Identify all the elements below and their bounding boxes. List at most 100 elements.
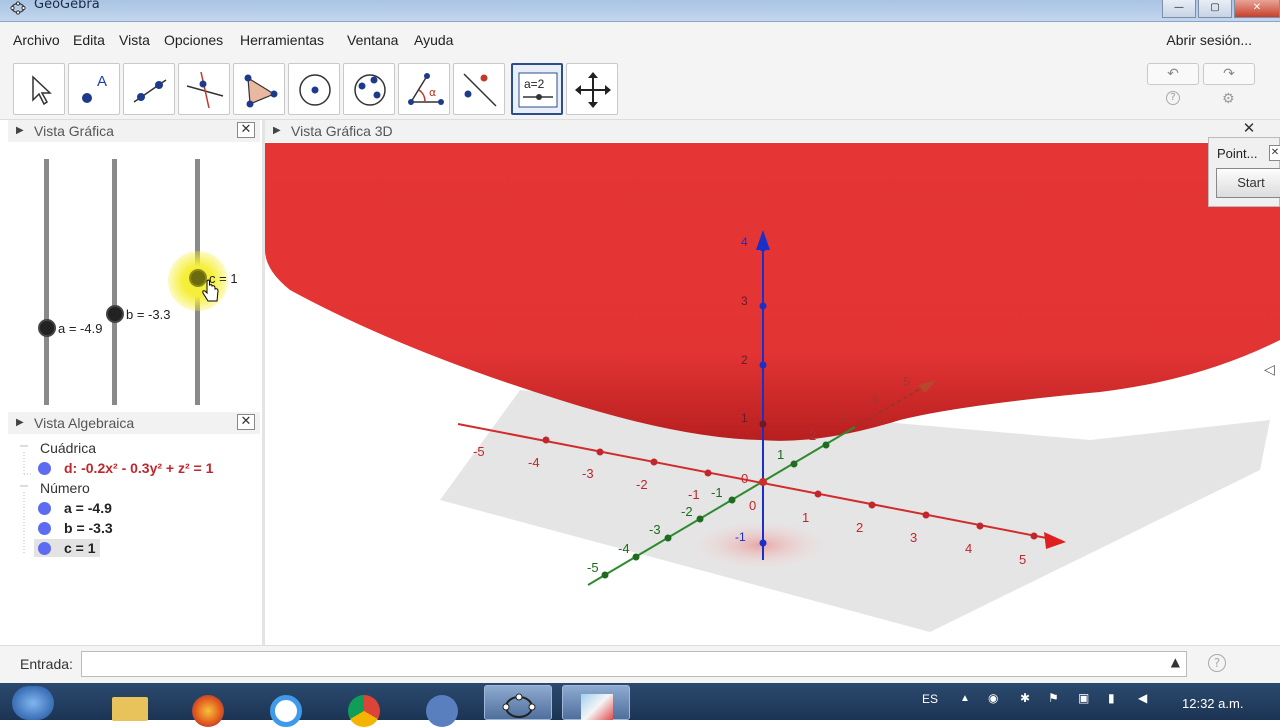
reflect-tool-button[interactable] xyxy=(453,63,505,115)
menu-edita[interactable]: Edita xyxy=(73,32,105,48)
svg-text:-3: -3 xyxy=(649,522,661,537)
menu-vista[interactable]: Vista xyxy=(119,32,150,48)
circle-tool-button[interactable] xyxy=(288,63,340,115)
menu-archivo[interactable]: Archivo xyxy=(13,32,60,48)
network-icon[interactable]: ▮ xyxy=(1108,691,1115,705)
internet-explorer-icon xyxy=(270,695,302,727)
flag-icon[interactable]: ⚑ xyxy=(1048,691,1059,705)
perpendicular-line-tool-button[interactable] xyxy=(178,63,230,115)
svg-text:4: 4 xyxy=(871,392,878,407)
sign-in-link[interactable]: Abrir sesión... xyxy=(1166,32,1252,48)
visibility-toggle-d[interactable] xyxy=(38,462,51,475)
taskbar-paint[interactable] xyxy=(562,685,630,720)
collapse-triangle-icon[interactable]: ▶ xyxy=(273,120,281,142)
svg-text:-3: -3 xyxy=(582,466,594,481)
clock[interactable]: 12:32 a.m. xyxy=(1182,696,1243,711)
taskbar-geogebra[interactable] xyxy=(484,685,552,720)
popup-close-icon[interactable]: ✕ xyxy=(1269,145,1280,161)
algebra-item-a[interactable]: a = -4.9 xyxy=(64,500,112,516)
gear-icon[interactable]: ⚙ xyxy=(1222,91,1235,107)
close-view3d-icon[interactable]: ✕ xyxy=(1240,121,1258,138)
graphics-view-3d[interactable]: -5 -4 -3 -2 -1 0 1 2 3 4 5 -5 -4 -3 -2 -… xyxy=(265,143,1280,645)
tray-expand-icon[interactable]: ▲ xyxy=(960,693,970,704)
taskbar-chrome-2[interactable] xyxy=(408,685,476,727)
visibility-toggle-b[interactable] xyxy=(38,522,51,535)
slider-b-knob[interactable] xyxy=(106,305,124,323)
close-window-button[interactable]: ✕ xyxy=(1234,0,1280,18)
svg-text:-4: -4 xyxy=(528,455,540,470)
taskbar: ES ▲ ◉ ✱ ⚑ ▣ ▮ ◀ 12:32 a.m. xyxy=(0,683,1280,727)
folder-icon xyxy=(112,697,148,721)
point-tool-button[interactable]: A xyxy=(68,63,120,115)
menu-ventana[interactable]: Ventana xyxy=(347,32,398,48)
menu-opciones[interactable]: Opciones xyxy=(164,32,223,48)
close-graphics-view-icon[interactable]: ✕ xyxy=(237,122,255,138)
cursor-arrow-icon xyxy=(32,75,52,106)
svg-text:5: 5 xyxy=(903,374,910,389)
svg-text:-2: -2 xyxy=(636,477,648,492)
menu-herramientas[interactable]: Herramientas xyxy=(240,32,324,48)
tray-app-icon[interactable]: ◉ xyxy=(988,691,998,705)
slider-tool-button[interactable]: a=2 xyxy=(511,63,563,115)
visibility-toggle-c[interactable] xyxy=(38,542,51,555)
input-field[interactable]: ▲ xyxy=(81,651,1187,677)
graphics-view[interactable]: a = -4.9 b = -3.3 c = 1 xyxy=(8,143,260,409)
angle-tool-button[interactable]: α xyxy=(398,63,450,115)
svg-text:2: 2 xyxy=(809,428,816,443)
start-button[interactable]: Start xyxy=(1216,168,1280,198)
side-panel-arrow-icon[interactable]: ◁ xyxy=(1264,362,1275,378)
group-numero[interactable]: Número xyxy=(40,480,90,496)
algebra-item-b[interactable]: b = -3.3 xyxy=(64,520,113,536)
slider-a-knob[interactable] xyxy=(38,319,56,337)
help-icon[interactable]: ? xyxy=(1166,91,1180,105)
volume-icon[interactable]: ◀ xyxy=(1138,691,1147,705)
svg-text:1: 1 xyxy=(802,510,809,525)
slider-tool-label: a=2 xyxy=(524,77,545,91)
slider-icon: a=2 xyxy=(518,72,558,108)
tree-lines xyxy=(20,445,32,554)
line-tool-button[interactable] xyxy=(123,63,175,115)
move-tool-button[interactable] xyxy=(13,63,65,115)
polygon-tool-button[interactable] xyxy=(233,63,285,115)
history-arrows-icon[interactable]: ▲ xyxy=(1171,655,1180,669)
quadric-surface[interactable] xyxy=(265,143,1280,441)
algebra-view: Cuádrica d: -0.2x² - 0.3y² + z² = 1 Núme… xyxy=(8,434,260,644)
power-icon[interactable]: ▣ xyxy=(1078,691,1089,705)
move-graphics-view-tool-button[interactable] xyxy=(566,63,618,115)
algebra-item-c[interactable]: c = 1 xyxy=(64,540,96,556)
firefox-icon xyxy=(192,695,224,727)
view3d-title: Vista Gráfica 3D xyxy=(291,123,393,139)
taskbar-chrome[interactable] xyxy=(330,685,398,727)
window-title: GeoGebra xyxy=(34,0,100,12)
start-orb-icon[interactable] xyxy=(12,686,54,720)
input-help-icon[interactable]: ? xyxy=(1208,654,1226,672)
svg-text:1: 1 xyxy=(777,447,784,462)
slider-b-track[interactable] xyxy=(112,159,117,405)
minimize-button[interactable]: — xyxy=(1162,0,1196,18)
svg-text:-1: -1 xyxy=(711,485,723,500)
undo-button[interactable]: ↶ xyxy=(1147,63,1199,85)
hand-cursor-icon xyxy=(202,279,219,302)
maximize-button[interactable]: ▢ xyxy=(1198,0,1232,18)
visibility-toggle-a[interactable] xyxy=(38,502,51,515)
taskbar-explorer[interactable] xyxy=(96,685,164,721)
svg-text:α: α xyxy=(429,86,436,99)
svg-text:-1: -1 xyxy=(688,487,700,502)
algebra-view-title: Vista Algebraica xyxy=(34,415,135,431)
view3d-header: ▶ Vista Gráfica 3D ✕ xyxy=(265,120,1280,142)
taskbar-firefox[interactable] xyxy=(174,685,242,727)
menu-ayuda[interactable]: Ayuda xyxy=(414,32,453,48)
redo-button[interactable]: ↷ xyxy=(1203,63,1255,85)
algebra-item-d[interactable]: d: -0.2x² - 0.3y² + z² = 1 xyxy=(64,460,213,476)
chrome-icon xyxy=(348,695,380,727)
conic-tool-button[interactable] xyxy=(343,63,395,115)
view3d-canvas[interactable]: -5 -4 -3 -2 -1 0 1 2 3 4 5 -5 -4 -3 -2 -… xyxy=(265,143,1280,645)
close-algebra-view-icon[interactable]: ✕ xyxy=(237,414,255,430)
taskbar-ie[interactable] xyxy=(252,685,320,727)
language-indicator[interactable]: ES xyxy=(922,692,938,706)
collapse-triangle-icon[interactable]: ▶ xyxy=(16,412,24,434)
slider-a-track[interactable] xyxy=(44,159,49,405)
collapse-triangle-icon[interactable]: ▶ xyxy=(16,120,24,142)
group-cuadrica[interactable]: Cuádrica xyxy=(40,440,96,456)
bluetooth-icon[interactable]: ✱ xyxy=(1020,691,1030,705)
